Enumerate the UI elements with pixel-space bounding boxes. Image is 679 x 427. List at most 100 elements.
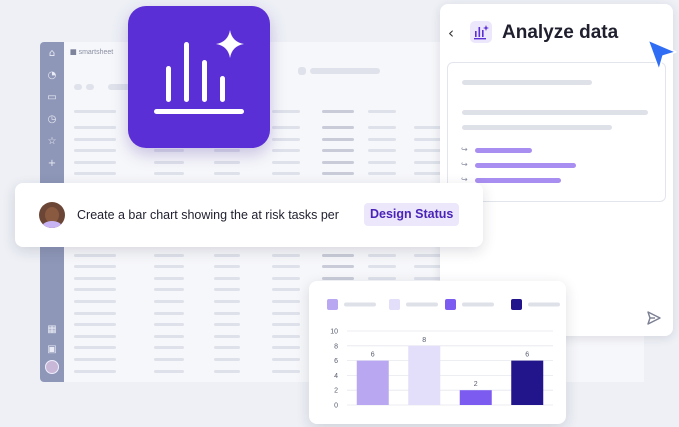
text-placeholder — [462, 125, 612, 130]
table-cell-placeholder — [272, 126, 300, 129]
table-cell-placeholder — [214, 369, 240, 373]
table-cell-placeholder — [214, 253, 240, 257]
legend-label-placeholder — [528, 302, 560, 307]
suggestion-link[interactable] — [475, 148, 532, 153]
table-cell-placeholder — [74, 369, 116, 373]
legend-label-placeholder — [344, 302, 376, 307]
data-label: 8 — [422, 337, 426, 344]
analyze-data-app-tile — [128, 6, 270, 148]
table-cell-placeholder — [322, 276, 354, 280]
table-cell-placeholder — [154, 323, 184, 327]
text-placeholder — [462, 110, 648, 115]
send-icon[interactable] — [646, 310, 662, 326]
table-cell-placeholder — [272, 358, 300, 361]
table-cell-placeholder — [154, 288, 184, 292]
text-placeholder — [462, 80, 592, 85]
table-cell-placeholder — [74, 172, 116, 176]
column-header — [272, 110, 300, 113]
user-avatar — [39, 202, 65, 228]
apps-grid-icon[interactable]: ▦ — [46, 324, 58, 336]
table-cell-placeholder — [322, 149, 354, 153]
prompt-text: Create a bar chart showing the at risk t… — [77, 208, 339, 222]
data-label: 6 — [371, 352, 375, 359]
bar — [511, 360, 544, 405]
table-cell-placeholder — [74, 288, 116, 292]
table-cell-placeholder — [272, 300, 300, 303]
legend-swatch — [511, 299, 522, 310]
bar — [459, 390, 492, 405]
table-cell-placeholder — [214, 160, 240, 164]
panel-title: Analyze data — [502, 22, 619, 43]
table-cell-placeholder — [272, 265, 300, 269]
prompt-message: Create a bar chart showing the at risk t… — [15, 183, 483, 247]
table-cell-placeholder — [74, 276, 116, 280]
table-cell-placeholder — [272, 369, 300, 373]
help-icon[interactable]: ▣ — [46, 344, 58, 356]
bar-chart: 0 2 4 6 8 10 6 8 2 6 — [327, 299, 560, 410]
table-cell-placeholder — [368, 160, 396, 164]
table-cell-placeholder — [214, 358, 240, 361]
table-cell-placeholder — [322, 160, 354, 164]
table-cell-placeholder — [74, 149, 116, 153]
table-cell-placeholder — [214, 265, 240, 269]
table-cell-placeholder — [214, 323, 240, 327]
y-tick-label: 10 — [330, 329, 338, 336]
table-cell-placeholder — [322, 126, 354, 129]
chevron-left-icon[interactable]: ‹ — [448, 24, 454, 42]
table-cell-placeholder — [214, 334, 240, 338]
bar-chart-card: 0 2 4 6 8 10 6 8 2 6 — [309, 281, 566, 424]
folder-icon[interactable]: ▭ — [46, 92, 58, 104]
table-cell-placeholder — [214, 346, 240, 350]
table-cell-placeholder — [368, 149, 396, 153]
sheet-title-placeholder — [310, 68, 380, 74]
table-cell-placeholder — [154, 276, 184, 280]
table-cell-placeholder — [154, 358, 184, 361]
column-header — [74, 110, 116, 113]
table-cell-placeholder — [272, 334, 300, 338]
table-cell-placeholder — [214, 276, 240, 280]
table-cell-placeholder — [368, 172, 396, 176]
bar — [356, 360, 389, 405]
y-tick-label: 4 — [334, 373, 338, 380]
table-cell-placeholder — [322, 265, 354, 269]
table-cell-placeholder — [272, 288, 300, 292]
home-icon[interactable]: ⌂ — [46, 48, 58, 60]
table-cell-placeholder — [154, 160, 184, 164]
legend-label-placeholder — [462, 302, 494, 307]
star-icon[interactable]: ☆ — [46, 136, 58, 148]
table-cell-placeholder — [154, 265, 184, 269]
table-cell-placeholder — [272, 276, 300, 280]
table-cell-placeholder — [74, 300, 116, 303]
table-cell-placeholder — [368, 137, 396, 141]
table-cell-placeholder — [272, 253, 300, 257]
table-cell-placeholder — [74, 358, 116, 361]
table-cell-placeholder — [154, 300, 184, 303]
legend-label-placeholder — [406, 302, 438, 307]
suggestion-link[interactable] — [475, 178, 561, 183]
table-cell-placeholder — [154, 172, 184, 176]
data-label: 2 — [474, 381, 478, 388]
chart-sparkle-icon — [470, 21, 492, 43]
design-status-chip[interactable]: Design Status — [364, 203, 460, 226]
plus-icon[interactable]: + — [46, 158, 58, 170]
table-cell-placeholder — [214, 149, 240, 153]
legend-swatch — [445, 299, 456, 310]
table-cell-placeholder — [368, 253, 396, 257]
clock-icon[interactable]: ◷ — [46, 114, 58, 126]
y-tick-label: 2 — [334, 388, 338, 395]
table-cell-placeholder — [272, 311, 300, 315]
y-tick-label: 0 — [334, 403, 338, 410]
user-avatar[interactable] — [45, 360, 59, 374]
suggestion-link[interactable] — [475, 163, 576, 168]
table-cell-placeholder — [272, 149, 300, 153]
table-cell-placeholder — [368, 276, 396, 280]
bell-icon[interactable]: ◔ — [46, 70, 58, 82]
table-cell-placeholder — [322, 253, 354, 257]
data-label: 6 — [525, 352, 529, 359]
table-cell-placeholder — [74, 334, 116, 338]
y-tick-label: 8 — [334, 343, 338, 350]
reply-arrow-icon: ↪ — [461, 160, 468, 169]
toolbar-item — [74, 84, 82, 90]
table-cell-placeholder — [214, 311, 240, 315]
table-cell-placeholder — [272, 346, 300, 350]
